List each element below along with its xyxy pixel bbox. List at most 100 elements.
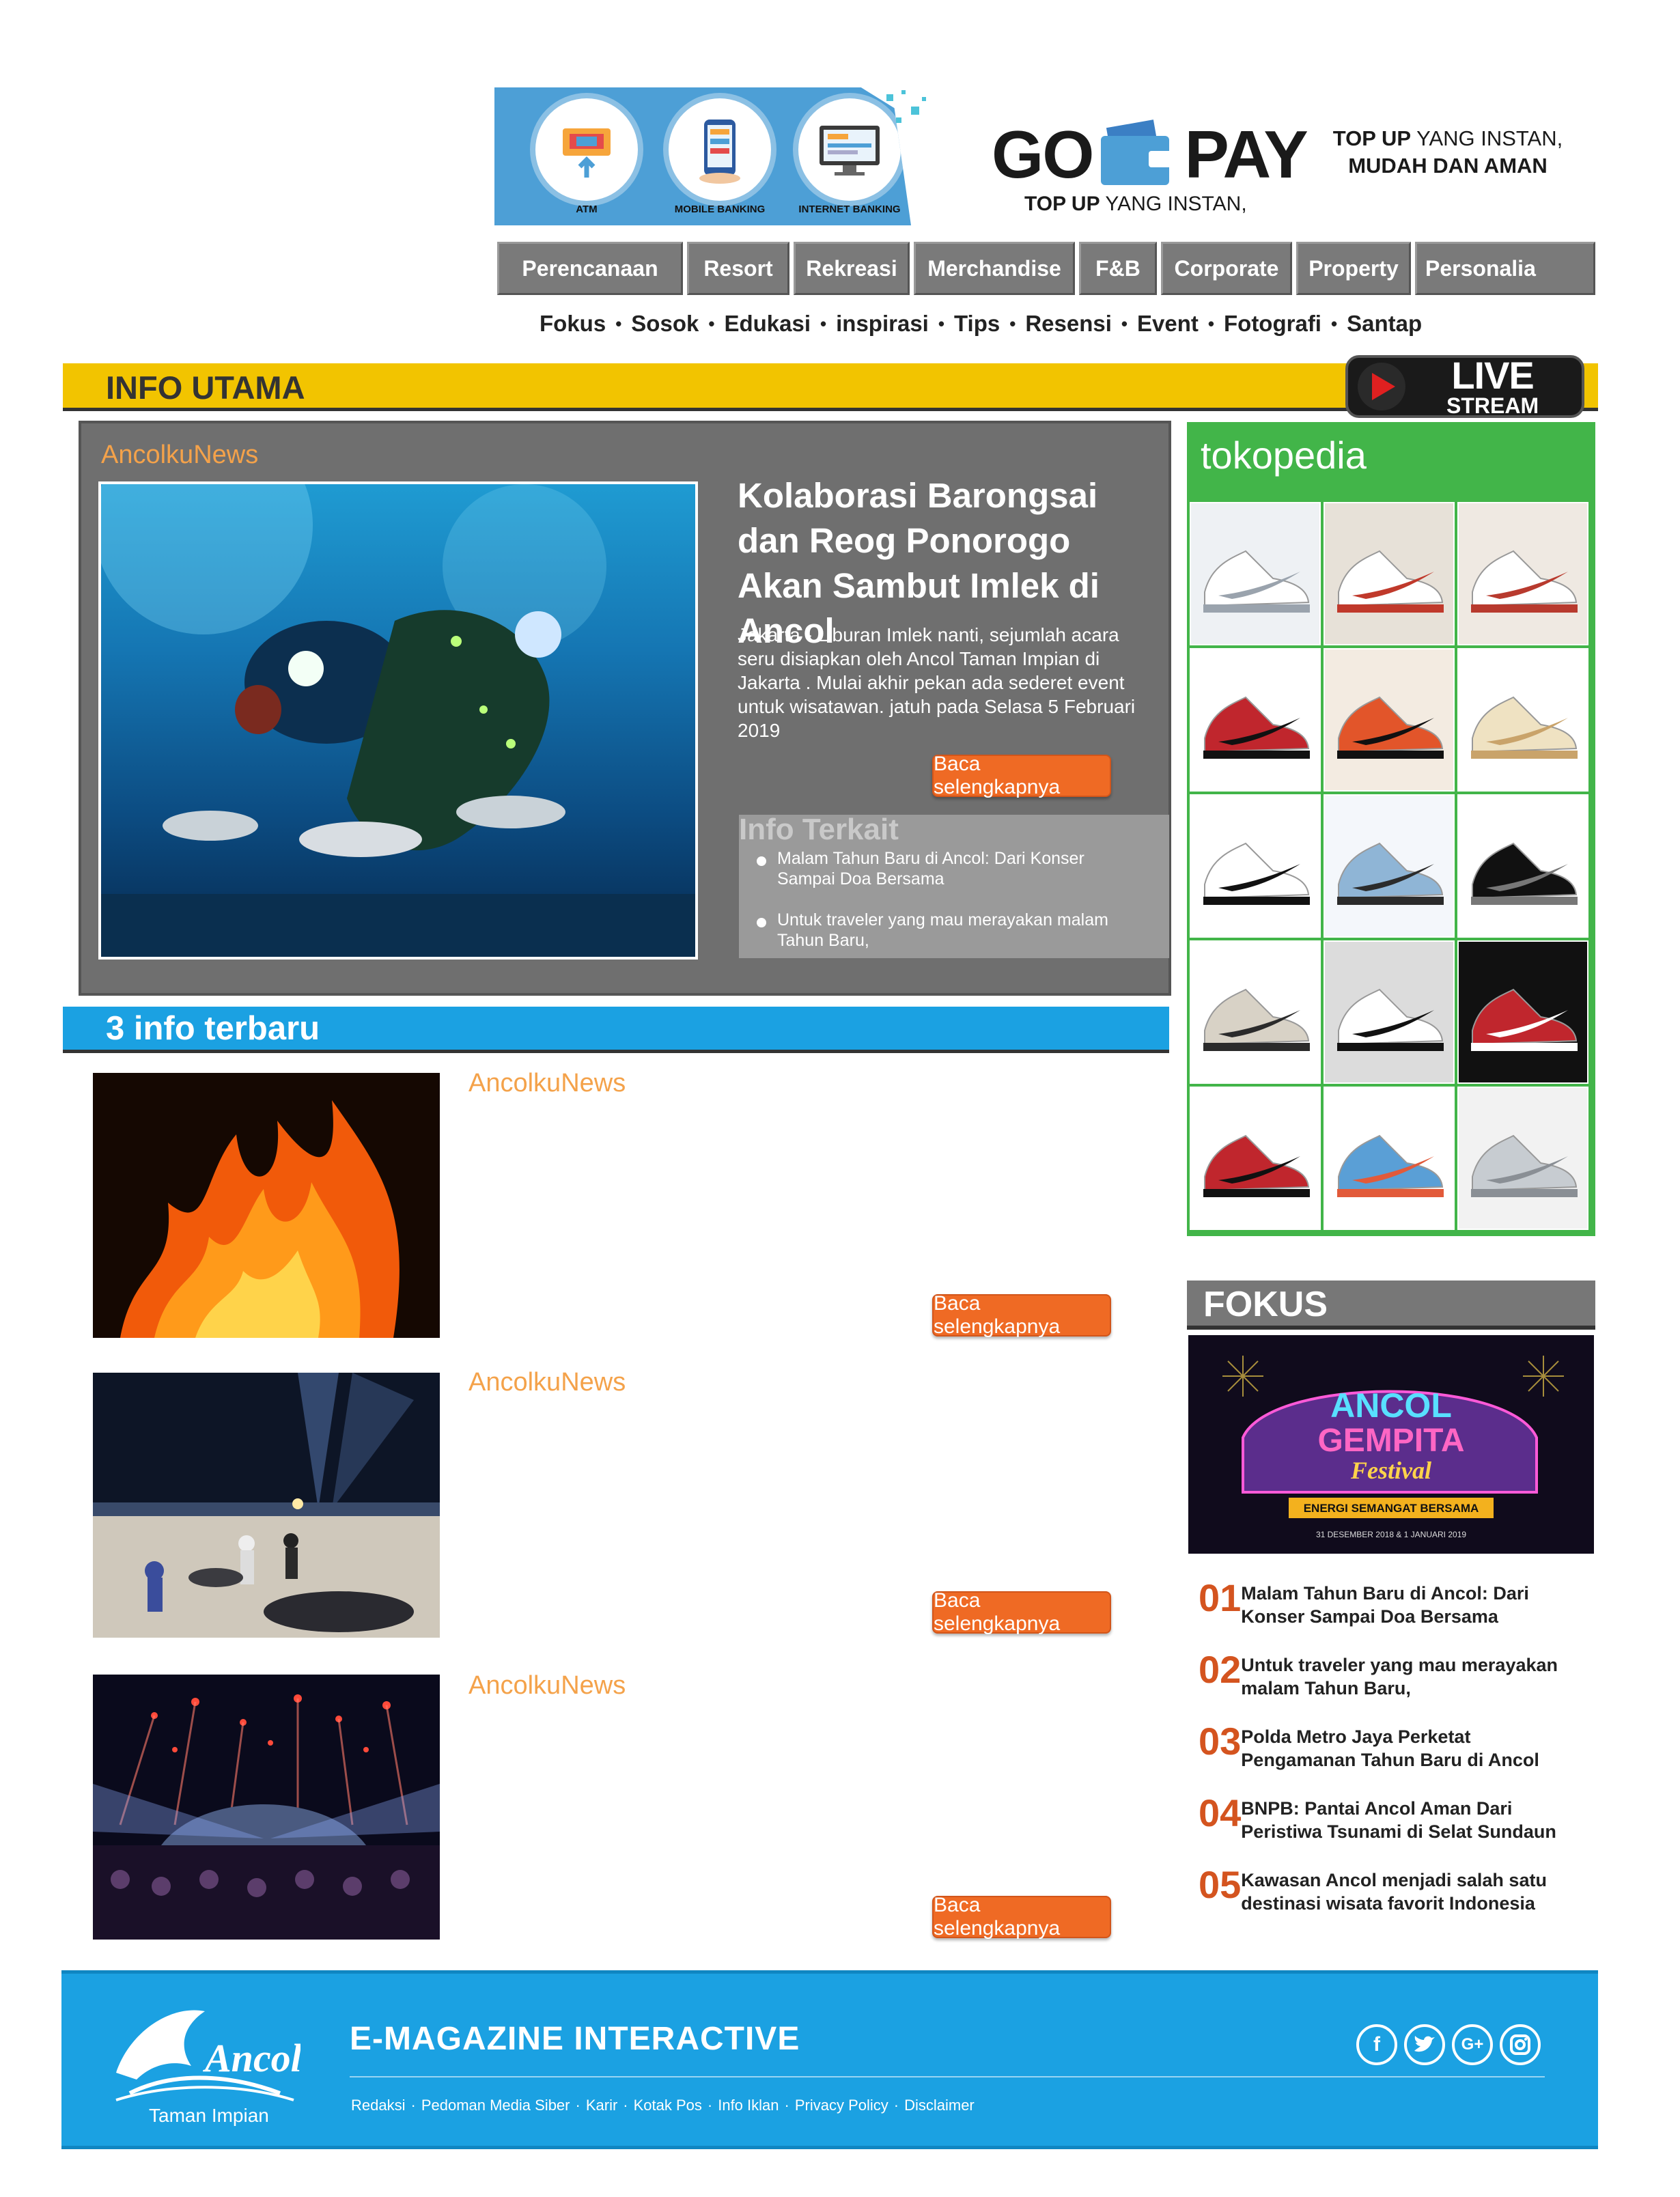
tokopedia-product-thumb[interactable] (1324, 648, 1455, 792)
fokus-item[interactable]: 01 Malam Tahun Baru di Ancol: Dari Konser… (1199, 1578, 1581, 1628)
subnav-fotografi[interactable]: Fotografi (1224, 311, 1321, 337)
tokopedia-product-thumb[interactable] (1457, 1087, 1588, 1230)
twitter-icon[interactable] (1404, 2024, 1445, 2065)
subnav-resensi[interactable]: Resensi (1025, 311, 1112, 337)
tokopedia-product-thumb[interactable] (1324, 1087, 1455, 1230)
subnav-tips[interactable]: Tips (954, 311, 1000, 337)
tokopedia-product-thumb[interactable] (1190, 648, 1321, 792)
nav-rekreasi[interactable]: Rekreasi (794, 242, 910, 295)
subnav-fokus[interactable]: Fokus (540, 311, 606, 337)
gopay-logo-pay: PAY (1184, 117, 1308, 192)
fokus-image-ancol-gempita[interactable]: ANCOL GEMPITA Festival ENERGI SEMANGAT B… (1188, 1335, 1594, 1554)
fokus-item[interactable]: 05 Kawasan Ancol menjadi salah satu desti… (1199, 1864, 1581, 1915)
related-item[interactable]: Malam Tahun Baru di Ancol: Dari Konser S… (757, 848, 1139, 889)
subnav-santap[interactable]: Santap (1347, 311, 1422, 337)
tokopedia-product-thumb[interactable] (1457, 940, 1588, 1084)
nav-personalia[interactable]: Personalia (1415, 242, 1595, 295)
subnav-event[interactable]: Event (1137, 311, 1199, 337)
subnav-separator: • (1207, 313, 1214, 334)
fokus-number: 02 (1199, 1648, 1242, 1691)
fokus-item[interactable]: 02 Untuk traveler yang mau merayakan mala… (1199, 1649, 1581, 1700)
footer-link-privacy[interactable]: Privacy Policy (795, 2097, 888, 2114)
news-image-fire[interactable] (93, 1073, 440, 1338)
fokus-text: BNPB: Pantai Ancol Aman Dari Peristiwa T… (1241, 1798, 1556, 1842)
news-read-more-button[interactable]: Baca selengkapnya (932, 1589, 1111, 1635)
sneaker-icon (1203, 550, 1310, 613)
footer-link-pedoman[interactable]: Pedoman Media Siber (421, 2097, 570, 2114)
sneaker-icon (1471, 696, 1578, 759)
gopay-tagline-bold: TOP UP (1024, 193, 1100, 215)
tokopedia-product-thumb[interactable] (1324, 502, 1455, 645)
mobile-banking-label: MOBILE BANKING (674, 204, 766, 215)
ancol-logo[interactable]: Ancol (89, 1991, 303, 2107)
subnav-sosok[interactable]: Sosok (631, 311, 699, 337)
nav-resort[interactable]: Resort (687, 242, 789, 295)
tokopedia-product-thumb[interactable] (1457, 648, 1588, 792)
tokopedia-product-thumb[interactable] (1190, 794, 1321, 938)
news-image-concert[interactable] (93, 1675, 440, 1940)
subnav-inspirasi[interactable]: inspirasi (836, 311, 929, 337)
sub-nav: Fokus • Sosok • Edukasi • inspirasi • Tips • … (540, 311, 1422, 337)
nav-fnb[interactable]: F&B (1079, 242, 1157, 295)
ancol-logo-text: Ancol (203, 2036, 300, 2080)
footer-link-disclaimer[interactable]: Disclaimer (904, 2097, 975, 2114)
sneaker-icon (1337, 550, 1444, 613)
featured-read-more-button[interactable]: Baca selengkapnya (932, 753, 1111, 798)
news-source: AncolkuNews (468, 1069, 626, 1097)
tokopedia-product-thumb[interactable] (1190, 502, 1321, 645)
news-read-more-button[interactable]: Baca selengkapnya (932, 1292, 1111, 1338)
sneaker-icon (1203, 1134, 1310, 1197)
related-item-text: Untuk traveler yang mau merayakan malam … (777, 910, 1108, 950)
footer-link-karir[interactable]: Karir (586, 2097, 617, 2114)
fokus-item[interactable]: 04 BNPB: Pantai Ancol Aman Dari Peristiwa… (1199, 1793, 1581, 1843)
nav-perencanaan[interactable]: Perencanaan (497, 242, 683, 295)
fokus-item[interactable]: 03 Polda Metro Jaya Perketat Pengamanan T… (1199, 1721, 1581, 1772)
gopay-logo[interactable]: GO PAY (992, 116, 1308, 193)
subnav-edukasi[interactable]: Edukasi (724, 311, 811, 337)
gopay-banner[interactable]: ATM MOBILE BANKING INTERNET BANKING (494, 87, 911, 225)
tokopedia-product-thumb[interactable] (1324, 794, 1455, 938)
footer-link-separator: · (893, 2097, 899, 2114)
instagram-icon[interactable] (1500, 2024, 1541, 2065)
footer-link-kotak-pos[interactable]: Kotak Pos (634, 2097, 702, 2114)
fokus-text: Polda Metro Jaya Perketat Pengamanan Tah… (1241, 1726, 1539, 1770)
tokopedia-product-thumb[interactable] (1457, 502, 1588, 645)
nav-merchandise[interactable]: Merchandise (914, 242, 1075, 295)
tokopedia-product-thumb[interactable] (1190, 1087, 1321, 1230)
live-stream-label: LIVE STREAM (1446, 356, 1539, 417)
wallet-icon (1101, 119, 1176, 186)
subnav-separator: • (708, 313, 715, 334)
nav-property[interactable]: Property (1296, 242, 1411, 295)
footer-link-redaksi[interactable]: Redaksi (351, 2097, 405, 2114)
subnav-separator: • (1121, 313, 1128, 334)
sneaker-icon (1471, 1134, 1578, 1197)
topup-slogan-bold: TOP UP (1332, 126, 1412, 150)
facebook-icon[interactable]: f (1356, 2024, 1397, 2065)
live-stream-button[interactable]: LIVE STREAM (1345, 355, 1584, 418)
mobile-banking-icon (669, 98, 771, 201)
news-image-beach[interactable] (93, 1373, 440, 1638)
tokopedia-product-thumb[interactable] (1457, 794, 1588, 938)
sneaker-icon (1337, 1134, 1444, 1197)
related-item[interactable]: Untuk traveler yang mau merayakan malam … (757, 910, 1139, 951)
footer-link-separator: · (575, 2097, 580, 2114)
subnav-separator: • (820, 313, 827, 334)
fokus-image-text-line2: GEMPITA (1317, 1423, 1464, 1459)
footer-link-info-iklan[interactable]: Info Iklan (718, 2097, 779, 2114)
subnav-separator: • (1009, 313, 1016, 334)
tokopedia-product-thumb[interactable] (1324, 940, 1455, 1084)
footer-links: Redaksi · Pedoman Media Siber · Karir · Kot… (351, 2097, 975, 2114)
subnav-separator: • (938, 313, 944, 334)
bullet-icon (757, 918, 766, 927)
fokus-image-text-line3: Festival (1350, 1457, 1431, 1484)
topup-slogan-line1: TOP UP YANG INSTAN, (1328, 125, 1567, 152)
nav-corporate[interactable]: Corporate (1161, 242, 1292, 295)
decorative-dots (881, 87, 936, 142)
gopay-tagline: TOP UP YANG INSTAN, (1024, 193, 1247, 216)
play-icon (1358, 363, 1405, 410)
news-read-more-button[interactable]: Baca selengkapnya (932, 1894, 1111, 1940)
live-label: LIVE (1451, 354, 1534, 397)
featured-image[interactable] (98, 481, 698, 960)
google-plus-icon[interactable]: G+ (1452, 2024, 1493, 2065)
tokopedia-product-thumb[interactable] (1190, 940, 1321, 1084)
